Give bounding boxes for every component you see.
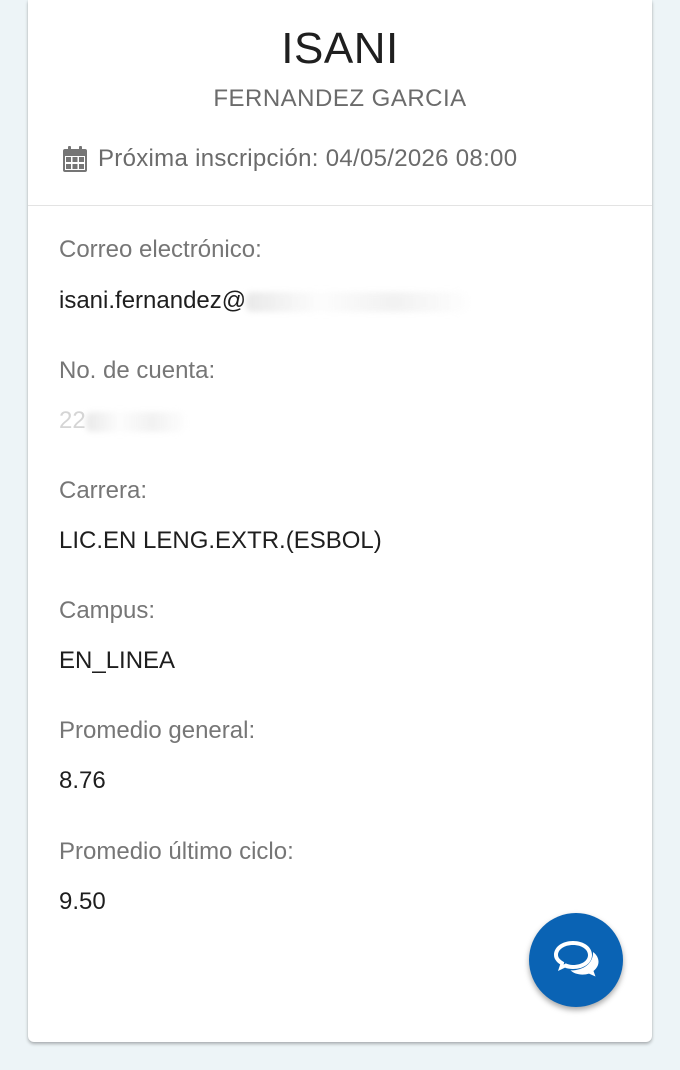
chat-icon xyxy=(553,937,599,984)
career-value: LIC.EN LENG.EXTR.(ESBOL) xyxy=(59,527,382,554)
campus-value: EN_LINEA xyxy=(59,647,176,674)
account-redaction xyxy=(85,411,186,432)
career-label: Carrera: xyxy=(59,477,148,504)
next-enrollment: Próxima inscripción: 04/05/2026 08:00 xyxy=(62,143,517,175)
avg-general-value: 8.76 xyxy=(59,767,106,794)
email-redaction xyxy=(246,291,469,312)
chat-button[interactable] xyxy=(529,913,623,1007)
student-profile-card: ISANI FERNANDEZ GARCIA Próxima inscripci… xyxy=(28,0,652,1042)
email-text: isani.fernandez@ xyxy=(59,287,247,314)
account-text: 22 xyxy=(59,407,86,434)
student-first-name: ISANI xyxy=(281,24,399,73)
next-enrollment-text: Próxima inscripción: 04/05/2026 08:00 xyxy=(98,145,518,172)
account-label: No. de cuenta: xyxy=(59,357,216,384)
account-value: 22 xyxy=(59,406,186,436)
avg-last-cycle-value: 9.50 xyxy=(59,888,106,915)
avg-general-label: Promedio general: xyxy=(59,717,256,744)
calendar-icon xyxy=(62,145,88,173)
email-value: isani.fernandez@ xyxy=(59,286,469,316)
email-label: Correo electrónico: xyxy=(59,236,262,263)
avg-last-cycle-label: Promedio último ciclo: xyxy=(59,838,294,865)
profile-header: ISANI FERNANDEZ GARCIA Próxima inscripci… xyxy=(28,0,652,206)
student-last-name: FERNANDEZ GARCIA xyxy=(213,85,467,112)
campus-label: Campus: xyxy=(59,597,156,624)
